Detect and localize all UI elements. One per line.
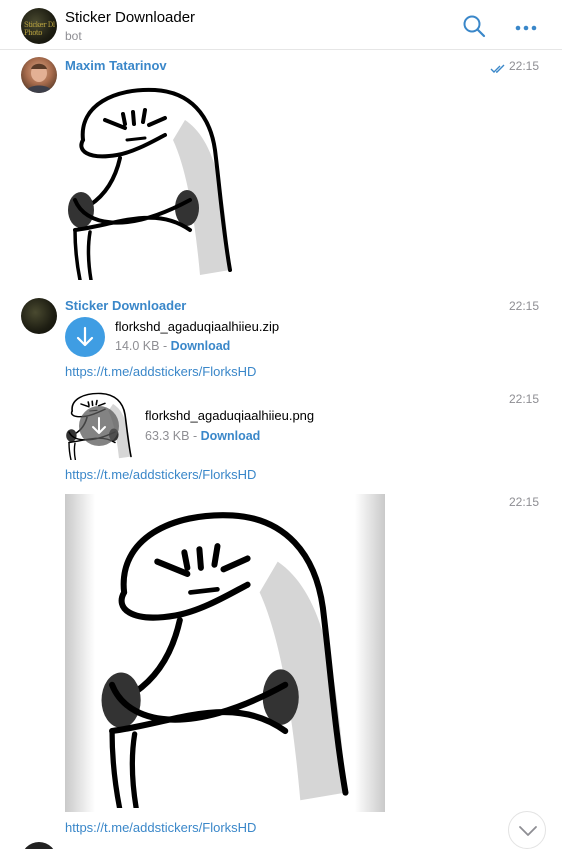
sticker-image-large[interactable] xyxy=(65,494,385,812)
message-time: 22:15 xyxy=(509,392,540,406)
sticker-image[interactable] xyxy=(65,80,235,280)
chevron-down-icon[interactable] xyxy=(508,811,546,849)
double-check-icon xyxy=(490,61,506,73)
image-edge-shadow xyxy=(355,494,385,812)
file-name: florkshd_agaduqiaalhiieu.png xyxy=(145,408,315,423)
message-time: 22:15 xyxy=(509,59,540,73)
sticker-pack-link[interactable]: https://t.me/addstickers/FlorksHD xyxy=(65,364,256,379)
file-meta: 14.0 KB - Download xyxy=(115,339,230,353)
file-size: 63.3 KB xyxy=(145,429,190,443)
message-time: 22:15 xyxy=(509,495,540,509)
chat-title[interactable]: Sticker Downloader xyxy=(65,9,195,26)
more-dots-icon[interactable] xyxy=(514,20,538,31)
download-link[interactable]: Download xyxy=(201,429,261,443)
chat-header: Sticker Dl Photo Sticker Downloader bot xyxy=(0,0,562,50)
sticker-pack-link[interactable]: https://t.me/addstickers/FlorksHD xyxy=(65,820,256,835)
bot-avatar[interactable] xyxy=(21,298,57,334)
download-link[interactable]: Download xyxy=(171,339,231,353)
sender-name[interactable]: Maxim Tatarinov xyxy=(65,58,167,73)
file-name: florkshd_agaduqiaalhiieu.zip xyxy=(115,319,280,334)
download-arrow-icon[interactable] xyxy=(79,406,119,446)
avatar-logo-text: Sticker Dl Photo xyxy=(24,21,55,37)
user-avatar[interactable] xyxy=(21,842,57,849)
chat-subtitle: bot xyxy=(65,29,82,43)
search-icon[interactable] xyxy=(462,14,486,38)
file-meta: 63.3 KB - Download xyxy=(145,429,260,443)
user-avatar[interactable] xyxy=(21,57,57,93)
bot-avatar[interactable]: Sticker Dl Photo xyxy=(21,8,57,44)
message-time: 22:15 xyxy=(509,299,540,313)
image-edge-shadow xyxy=(65,494,95,812)
file-size: 14.0 KB xyxy=(115,339,160,353)
download-arrow-icon[interactable] xyxy=(65,317,105,357)
sender-name[interactable]: Sticker Downloader xyxy=(65,298,186,313)
meta-separator: - xyxy=(159,339,171,353)
sticker-pack-link[interactable]: https://t.me/addstickers/FlorksHD xyxy=(65,467,256,482)
meta-separator: - xyxy=(189,429,201,443)
